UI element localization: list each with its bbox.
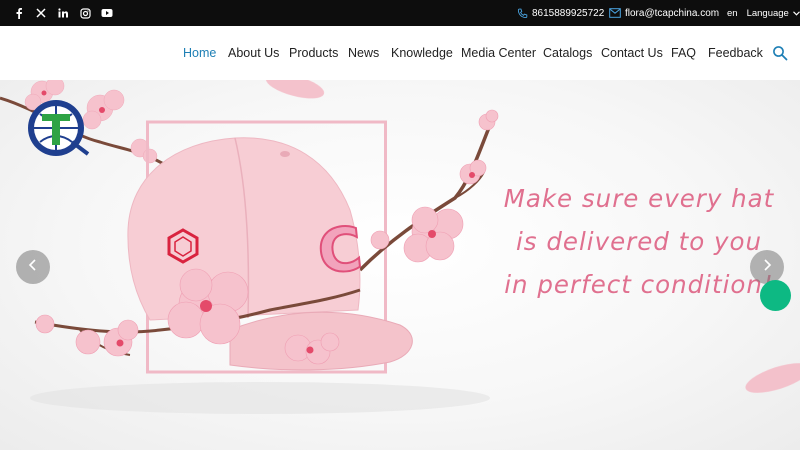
nav-home[interactable]: Home	[183, 26, 216, 80]
language-selector[interactable]: en Language	[727, 0, 800, 26]
nav-news[interactable]: News	[348, 26, 379, 80]
chevron-left-icon	[28, 258, 38, 277]
cap-logo-letter: C	[313, 213, 366, 289]
top-bar: 8615889925722 flora@tcapchina.com en Lan…	[0, 0, 800, 26]
chevron-down-icon	[792, 8, 800, 19]
nav-media-center[interactable]: Media Center	[461, 26, 536, 80]
phone-contact[interactable]: 8615889925722	[517, 0, 604, 26]
phone-icon	[517, 8, 528, 19]
right-blossom-branch	[358, 109, 499, 272]
language-label: Language	[746, 7, 789, 19]
email-contact[interactable]: flora@tcapchina.com	[609, 0, 719, 26]
hero-slogan-line-1: Make sure every hat	[503, 184, 775, 213]
youtube-icon[interactable]	[99, 0, 115, 26]
instagram-icon[interactable]	[77, 0, 93, 26]
mail-icon	[609, 8, 621, 18]
hero-banner: C Make sure every hat is delivered to yo…	[0, 80, 800, 450]
nav-contact-us[interactable]: Contact Us	[601, 26, 663, 80]
hero-slogan-line-3: in perfect condition!	[504, 270, 774, 299]
chat-button[interactable]	[760, 280, 791, 311]
email-address: flora@tcapchina.com	[625, 7, 720, 19]
hero-artwork	[0, 80, 800, 414]
linkedin-icon[interactable]	[55, 0, 71, 26]
search-icon[interactable]	[772, 45, 788, 61]
language-code: en	[727, 7, 738, 19]
nav-about-us[interactable]: About Us	[228, 26, 279, 80]
pink-cap	[127, 137, 413, 371]
slider-next-button[interactable]	[750, 250, 784, 284]
nav-faq[interactable]: FAQ	[671, 26, 696, 80]
main-navigation: Home About Us Products News Knowledge Me…	[0, 26, 800, 80]
nav-feedback[interactable]: Feedback	[708, 26, 763, 80]
facebook-icon[interactable]	[11, 0, 27, 26]
nav-products[interactable]: Products	[289, 26, 338, 80]
x-twitter-icon[interactable]	[33, 0, 49, 26]
slider-prev-button[interactable]	[16, 250, 50, 284]
chevron-right-icon	[762, 258, 772, 277]
nav-knowledge[interactable]: Knowledge	[391, 26, 453, 80]
phone-number: 8615889925722	[532, 7, 605, 19]
hero-slogan-line-2: is delivered to you	[515, 227, 763, 256]
company-logo	[28, 100, 90, 156]
nav-catalogs[interactable]: Catalogs	[543, 26, 592, 80]
